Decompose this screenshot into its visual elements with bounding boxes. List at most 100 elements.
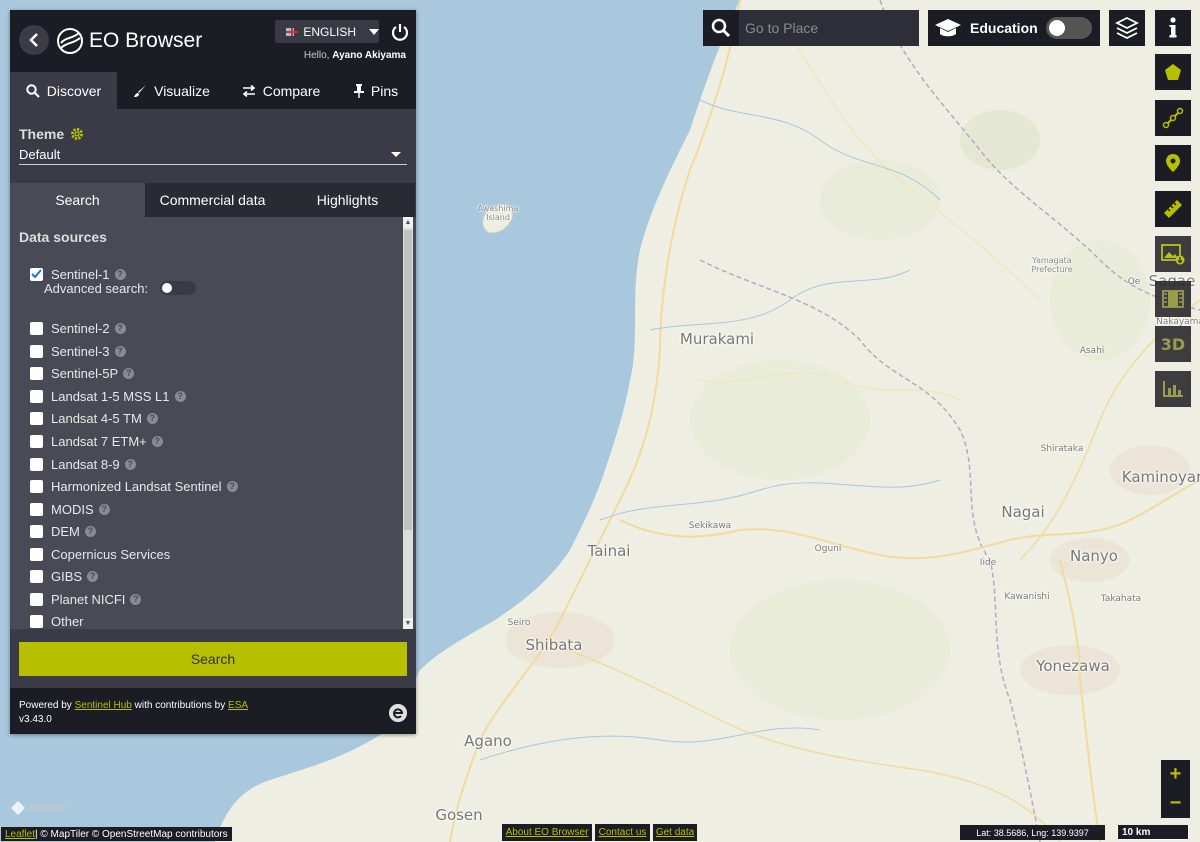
panel-footer: Powered by Sentinel Hub with contributio… [10,688,416,734]
datasource-copernicus-services[interactable]: Copernicus Services [30,545,170,563]
checkbox[interactable] [30,479,43,493]
checkbox[interactable] [30,389,43,403]
datasource-planet-nicfi[interactable]: Planet NICFI? [30,590,142,608]
scroll-down-arrow-icon[interactable]: ▼ [403,618,413,629]
checkbox[interactable] [30,344,43,358]
leaflet-link[interactable]: Leaflet [5,829,35,840]
datasource-sentinel-3[interactable]: Sentinel-3? [30,342,126,360]
datasource-landsat-8-9[interactable]: Landsat 8-9? [30,455,136,473]
help-icon[interactable]: ? [130,593,142,605]
graduation-cap-icon [935,19,961,37]
checkbox[interactable] [30,457,43,471]
info-button[interactable] [1155,10,1191,46]
help-icon[interactable]: ? [151,435,163,447]
sentinel-hub-link[interactable]: Sentinel Hub [75,700,132,711]
subtab-commercial-data[interactable]: Commercial data [145,183,280,217]
place-marker-button[interactable] [1155,145,1191,181]
datasource-label: Landsat 7 ETM+ [51,433,147,449]
datasource-hls[interactable]: Harmonized Landsat Sentinel? [30,477,238,495]
contact-us-link[interactable]: Contact us [595,824,650,841]
datasource-landsat-4-5[interactable]: Landsat 4-5 TM? [30,409,158,427]
checkbox[interactable] [30,547,43,561]
esa-link[interactable]: ESA [228,700,248,711]
download-image-button[interactable] [1155,236,1191,272]
subtab-highlights[interactable]: Highlights [280,183,415,217]
datasource-sentinel-2[interactable]: Sentinel-2? [30,319,126,337]
layers-button[interactable] [1109,10,1145,46]
tab-pins[interactable]: Pins [336,72,416,109]
scrollbar-thumb[interactable] [404,230,412,530]
checkbox[interactable] [30,321,43,335]
education-mode-toggle[interactable]: Education [928,10,1100,46]
tab-compare[interactable]: Compare [226,72,336,109]
checkbox[interactable] [30,592,43,606]
help-icon[interactable]: ? [84,525,96,537]
help-icon[interactable]: ? [98,503,110,515]
search-button[interactable]: Search [19,642,407,676]
help-icon[interactable]: ? [124,458,136,470]
scroll-up-arrow-icon[interactable]: ▲ [403,217,413,228]
tab-visualize[interactable]: Visualize [117,72,226,109]
checkbox[interactable] [30,366,43,380]
maptiler-logo-icon [11,801,25,815]
help-icon[interactable]: ? [146,412,158,424]
pin-icon [353,83,364,98]
advanced-search-toggle[interactable] [160,281,197,295]
datasource-other[interactable]: Other [30,612,84,629]
measure-button[interactable] [1155,191,1191,227]
power-icon[interactable] [390,22,410,42]
help-icon[interactable]: ? [114,322,126,334]
3d-view-button[interactable]: 3D [1155,326,1191,362]
statistics-button[interactable] [1155,371,1191,407]
map-label-awashima: Awashima Island [477,204,519,222]
help-icon[interactable]: ? [123,367,135,379]
draw-polygon-button[interactable] [1155,54,1191,90]
datasource-landsat-1-5[interactable]: Landsat 1-5 MSS L1? [30,387,186,405]
map-label-oe: Oe [1127,277,1141,287]
draw-line-button[interactable] [1155,100,1191,136]
gear-icon[interactable] [70,127,84,141]
map-label-oguni: Oguni [814,544,842,554]
get-data-link[interactable]: Get data [653,824,697,841]
help-icon[interactable]: ? [114,268,126,280]
checkbox[interactable] [30,569,43,583]
datasource-modis[interactable]: MODIS? [30,500,110,518]
language-dropdown[interactable]: ENGLISH [275,20,379,43]
datasource-dem[interactable]: DEM? [30,522,96,540]
version-label: v3.43.0 [19,714,52,725]
datasource-sentinel-5p[interactable]: Sentinel-5P? [30,364,135,382]
datasource-landsat-7[interactable]: Landsat 7 ETM+? [30,432,163,450]
go-to-place-input[interactable] [739,10,919,46]
subtab-search[interactable]: Search [10,183,145,217]
education-label: Education [970,20,1038,36]
checkbox[interactable] [30,411,43,425]
theme-select[interactable]: Default [19,147,407,165]
checkbox[interactable] [30,434,43,448]
about-eo-browser-link[interactable]: About EO Browser [502,824,592,841]
greeting-prefix: Hello, [303,50,330,61]
tab-discover[interactable]: Discover [10,72,117,109]
tab-compare-label: Compare [262,82,321,99]
timelapse-button[interactable] [1155,281,1191,317]
zoom-in-button[interactable]: + [1161,760,1190,789]
help-icon[interactable]: ? [174,390,186,402]
theme-label: Theme [19,126,65,142]
user-greeting: Hello, Ayano Akiyama [304,50,406,61]
checkbox-checked[interactable] [30,267,43,281]
checkbox[interactable] [30,502,43,516]
uk-flag-icon [286,27,299,36]
data-sources-section[interactable]: Data sources Sentinel-1 ? Advanced searc… [10,217,416,629]
checkbox[interactable] [30,524,43,538]
help-icon[interactable]: ? [87,570,99,582]
zoom-out-button[interactable]: − [1161,789,1190,818]
search-icon[interactable] [703,10,739,46]
map-label-murakami: Murakami [679,330,755,348]
help-icon[interactable]: ? [114,345,126,357]
datasource-label: MODIS [51,501,94,517]
education-switch[interactable] [1046,17,1092,39]
collapse-panel-button[interactable] [19,25,49,55]
checkbox[interactable] [30,614,43,628]
help-icon[interactable]: ? [226,480,238,492]
datasource-gibs[interactable]: GIBS? [30,567,99,585]
main-tabs: Discover Visualize Compare Pins [10,72,416,109]
